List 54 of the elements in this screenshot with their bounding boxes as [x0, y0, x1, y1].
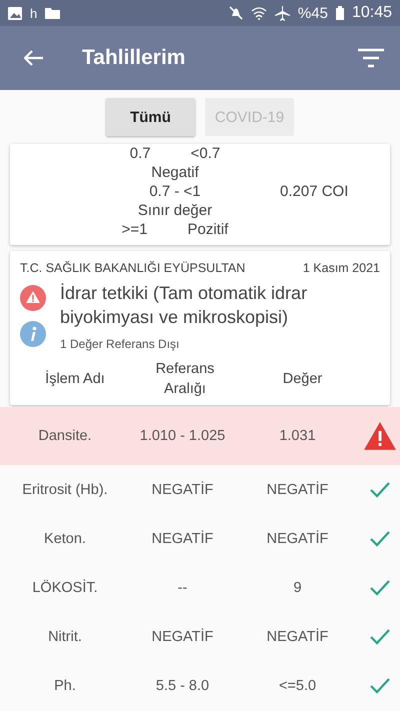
check-icon [369, 628, 391, 646]
test-cell-text: Keton. [43, 530, 87, 546]
warning-icon [363, 421, 397, 451]
column-header: Değer [282, 370, 322, 389]
column-header: İşlem Adı [45, 369, 105, 389]
reference-text: Sınır değer [138, 201, 212, 220]
battery-percent: %45 [298, 4, 328, 22]
airplane-icon [274, 6, 290, 20]
reference-cell-text: 5.5 - 8.0 [154, 678, 210, 694]
value-cell-text: 1.031 [278, 428, 317, 444]
test-name: İdrar tetkiki (Tam otomatik idrar biyokimyası ve mikroskopisi) [60, 282, 308, 329]
institution-name: T.C. SAĞLIK BAKANLIĞI EYÜPSULTAN [20, 261, 246, 275]
image-icon [8, 6, 22, 20]
reference-text: Pozitif [188, 220, 228, 239]
warning-icon [20, 285, 46, 311]
value-cell-text: 9 [292, 580, 303, 596]
test-cell-text: Nitrit. [47, 628, 83, 644]
test-cell-text: Dansite. [37, 428, 93, 444]
value-cell-text: NEGATİF [266, 628, 330, 644]
tab[interactable]: Tümü [106, 98, 195, 136]
reference-text: 0.7 [130, 144, 151, 163]
test-cell-text: Ph. [53, 678, 77, 694]
reference-text: >=1 [122, 220, 148, 239]
value-cell-text: NEGATİF [266, 530, 330, 546]
result-date: 1 Kasım 2021 [302, 261, 380, 275]
reference-text: 0.7 - <1 [149, 182, 201, 201]
value-cell-text: <=5.0 [278, 678, 318, 694]
value-cell-text: NEGATİF [266, 482, 330, 498]
mute-icon [228, 6, 243, 20]
reference-cell-text: -- [176, 580, 188, 596]
filter-icon [358, 48, 384, 68]
reference-cell-text: NEGATİF [150, 628, 214, 644]
reference-cell-text: NEGATİF [150, 530, 214, 546]
check-icon [369, 530, 391, 548]
clock: 10:45 [352, 4, 392, 22]
screen-title: Tahlillerim [82, 46, 186, 70]
test-cell-text: LÖKOSİT. [31, 580, 99, 596]
reference-text: <0.7 [190, 144, 220, 163]
reference-cell-text: 1.010 - 1.025 [138, 428, 226, 444]
reference-text: Negatif [151, 163, 199, 182]
result-value: 0.207 COI [280, 183, 348, 200]
check-icon [369, 676, 391, 694]
check-icon [369, 480, 391, 498]
reference-cell-text: NEGATİF [150, 482, 214, 498]
back-arrow-icon [24, 50, 44, 66]
test-cell-text: Eritrosit (Hb). [21, 482, 109, 498]
info-icon [20, 321, 46, 347]
folder-icon [45, 7, 60, 19]
wifi-icon [250, 6, 267, 20]
check-icon [369, 578, 391, 596]
battery-icon [336, 6, 344, 20]
notification-letter: h [30, 6, 38, 20]
out-of-range-summary: 1 Değer Referans Dışı [60, 337, 180, 351]
column-header: Referans Aralığı [154, 360, 216, 399]
